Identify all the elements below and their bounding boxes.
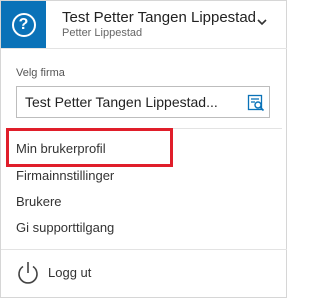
highlight-box xyxy=(6,128,173,167)
user-name: Petter Lippestad xyxy=(62,27,143,39)
account-header[interactable]: ? Test Petter Tangen Lippestad Petter Li… xyxy=(1,1,287,48)
company-select-value: Test Petter Tangen Lippestad... xyxy=(25,94,218,110)
logout-button[interactable]: Logg ut xyxy=(48,265,91,280)
select-company-label: Velg firma xyxy=(16,67,65,79)
footer-divider xyxy=(1,249,287,250)
menu-item-firmainnstillinger[interactable]: Firmainnstillinger xyxy=(16,168,114,183)
chevron-down-icon[interactable] xyxy=(256,16,268,28)
account-menu-panel: ? Test Petter Tangen Lippestad Petter Li… xyxy=(0,0,287,298)
help-button[interactable]: ? xyxy=(1,1,46,48)
company-select[interactable]: Test Petter Tangen Lippestad... xyxy=(16,86,270,118)
header-divider xyxy=(1,48,287,49)
search-list-icon[interactable] xyxy=(247,94,265,112)
help-circle-icon: ? xyxy=(11,12,36,37)
power-icon[interactable] xyxy=(16,260,40,286)
help-glyph: ? xyxy=(18,15,29,33)
company-name: Test Petter Tangen Lippestad xyxy=(62,9,257,26)
menu-item-gi-supporttilgang[interactable]: Gi supporttilgang xyxy=(16,220,114,235)
menu-item-brukere[interactable]: Brukere xyxy=(16,194,62,209)
